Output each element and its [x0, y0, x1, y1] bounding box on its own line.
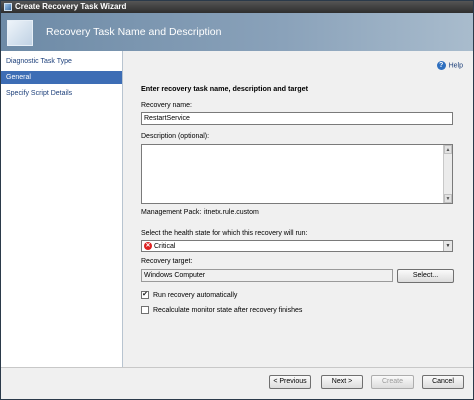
management-pack-label: Management Pack: — [141, 209, 202, 216]
title-bar[interactable]: Create Recovery Task Wizard — [1, 1, 473, 13]
nav-item-diagnostic-task-type[interactable]: Diagnostic Task Type — [1, 55, 122, 68]
scroll-down-icon[interactable]: ▼ — [444, 194, 452, 203]
wizard-window: Create Recovery Task Wizard Recovery Tas… — [0, 0, 474, 400]
critical-icon: ✕ — [144, 242, 152, 251]
nav-item-general[interactable]: General — [1, 71, 122, 84]
run-automatically-checkbox[interactable]: ✔ — [141, 291, 149, 300]
description-scrollbar[interactable]: ▲ ▼ — [443, 145, 452, 203]
health-state-select[interactable]: ✕ Critical ▼ — [141, 240, 453, 252]
run-automatically-row[interactable]: ✔ Run recovery automatically — [141, 291, 237, 300]
next-button[interactable]: Next > — [321, 375, 363, 389]
recalculate-label: Recalculate monitor state after recovery… — [153, 307, 303, 314]
description-textarea[interactable]: ▲ ▼ — [141, 144, 453, 204]
wizard-banner-icon — [7, 20, 33, 46]
window-title: Create Recovery Task Wizard — [15, 2, 127, 11]
recovery-target-label: Recovery target: — [141, 258, 193, 265]
previous-button[interactable]: < Previous — [269, 375, 311, 389]
management-pack-value: itnetx.rule.custom — [204, 209, 259, 216]
cancel-button[interactable]: Cancel — [422, 375, 464, 389]
section-heading: Enter recovery task name, description an… — [141, 84, 308, 93]
help-link[interactable]: ? Help — [436, 61, 463, 70]
select-target-button[interactable]: Select... — [397, 269, 454, 283]
create-button: Create — [371, 375, 414, 389]
app-icon — [4, 3, 12, 11]
recovery-target-field: Windows Computer — [141, 269, 393, 282]
recalculate-row[interactable]: Recalculate monitor state after recovery… — [141, 306, 302, 315]
help-label: Help — [448, 62, 463, 70]
page-title: Recovery Task Name and Description — [46, 26, 222, 38]
recovery-name-label: Recovery name: — [141, 102, 192, 109]
health-state-value: Critical — [154, 243, 176, 250]
description-label: Description (optional): — [141, 133, 210, 140]
wizard-steps-nav: Diagnostic Task Type General Specify Scr… — [1, 51, 123, 367]
footer-bar: < Previous Next > Create Cancel — [1, 367, 473, 399]
run-automatically-label: Run recovery automatically — [153, 292, 238, 299]
health-state-label: Select the health state for which this r… — [141, 230, 308, 237]
chevron-down-icon[interactable]: ▼ — [443, 241, 452, 251]
recalculate-checkbox[interactable] — [141, 306, 149, 315]
header-banner: Recovery Task Name and Description — [1, 13, 473, 51]
content-pane: ? Help Enter recovery task name, descript… — [124, 51, 473, 367]
nav-item-specify-script-details[interactable]: Specify Script Details — [1, 87, 122, 100]
scroll-up-icon[interactable]: ▲ — [444, 145, 452, 154]
help-icon: ? — [436, 61, 446, 70]
recovery-name-input[interactable]: RestartService — [141, 112, 453, 125]
